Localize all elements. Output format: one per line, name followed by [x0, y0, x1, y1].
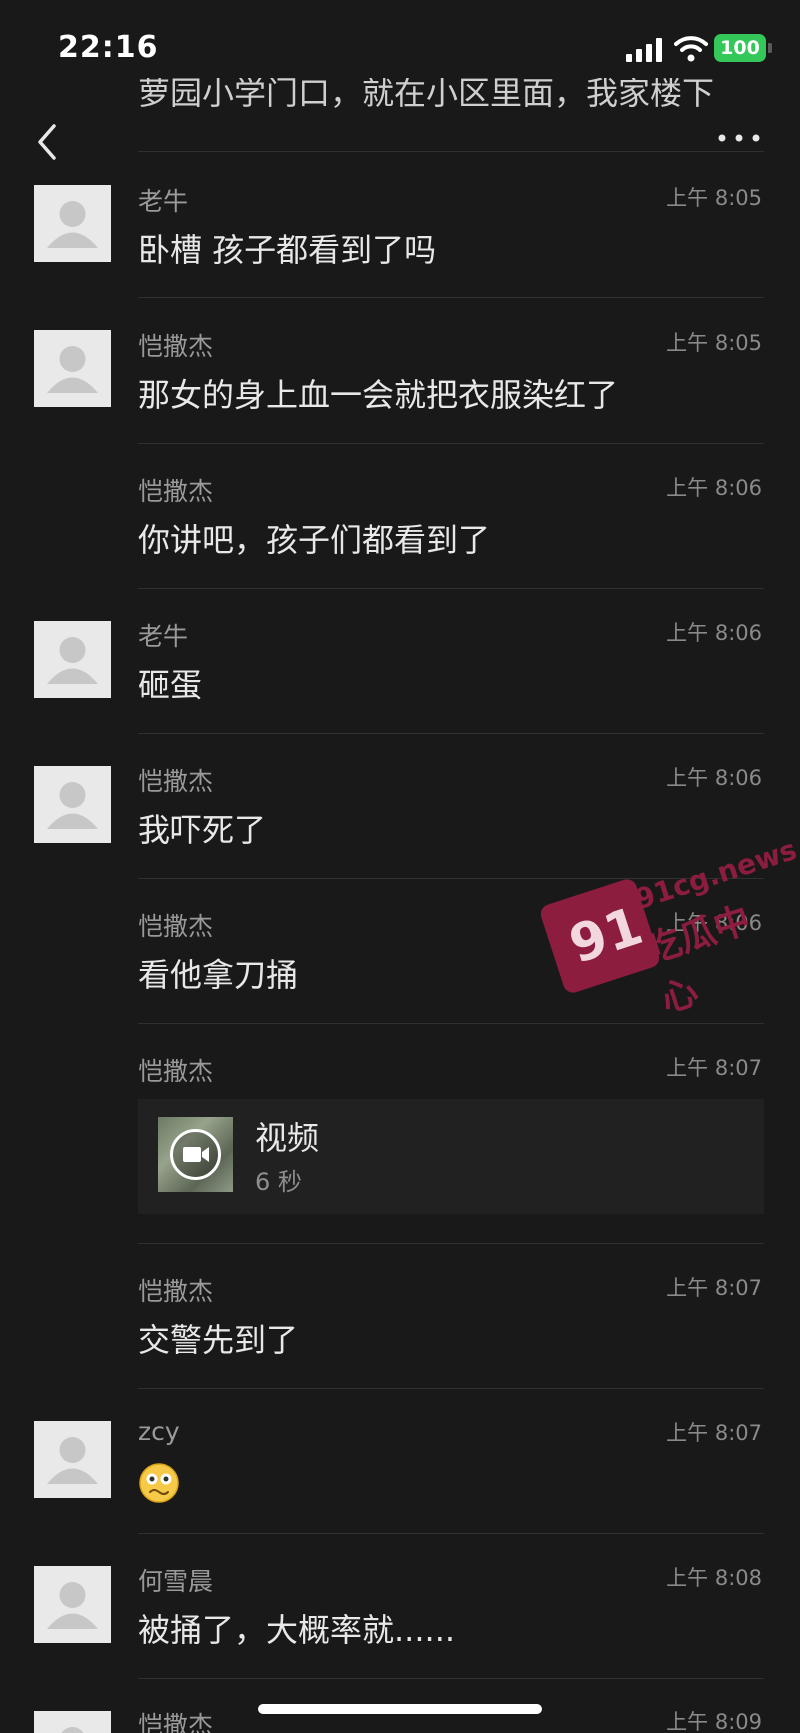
sender-name: 恺撒杰: [138, 1711, 214, 1733]
message-time: 上午 8:07: [666, 1056, 762, 1080]
avatar[interactable]: [34, 1421, 111, 1498]
message-time: 上午 8:09: [666, 1710, 762, 1733]
avatar[interactable]: [34, 330, 111, 407]
message-text: 你讲吧，孩子们都看到了: [138, 521, 491, 559]
message-item: 老牛 上午 8:05 卧槽 孩子都看到了吗: [0, 151, 800, 296]
grimacing-face-icon: [139, 1463, 179, 1503]
more-options-icon[interactable]: [716, 130, 762, 146]
previous-message-snippet: 萝园小学门口，就在小区里面，我家楼下: [138, 78, 778, 122]
sender-name: 恺撒杰: [138, 477, 214, 506]
sender-name: 何雪晨: [138, 1567, 214, 1596]
message-text: 看他拿刀捅: [138, 956, 299, 994]
default-avatar-icon: [47, 201, 98, 248]
battery-tip: [768, 43, 772, 53]
message-time: 上午 8:05: [666, 331, 762, 355]
snippet-text: 萝园小学门口，就在小区里面，我家楼下: [138, 78, 715, 112]
default-avatar-icon: [47, 346, 98, 393]
default-avatar-icon: [47, 782, 98, 829]
wifi-icon: [674, 36, 708, 62]
message-time: 上午 8:06: [666, 621, 762, 645]
video-duration: 6 秒: [255, 1168, 302, 1196]
status-time: 22:16: [58, 30, 159, 65]
avatar[interactable]: [34, 621, 111, 698]
message-item: 恺撒杰 上午 8:06 你讲吧，孩子们都看到了: [0, 443, 800, 588]
sender-name: 恺撒杰: [138, 912, 214, 941]
message-text: 被捅了，大概率就......: [138, 1611, 456, 1649]
message-time: 上午 8:07: [666, 1276, 762, 1300]
sender-name: 恺撒杰: [138, 332, 214, 361]
video-title: 视频: [255, 1119, 320, 1157]
message-text: 交警先到了: [138, 1321, 299, 1359]
message-item: 何雪晨 上午 8:08 被捅了，大概率就......: [0, 1533, 800, 1678]
sender-name: 恺撒杰: [138, 1057, 214, 1086]
avatar[interactable]: [34, 1566, 111, 1643]
sender-name: 恺撒杰: [138, 1277, 214, 1306]
message-text: 我吓死了: [138, 811, 267, 849]
message-time: 上午 8:07: [666, 1421, 762, 1445]
message-text: 那女的身上血一会就把衣服染红了: [138, 376, 619, 414]
battery-indicator: 100: [714, 34, 766, 62]
message-item: 老牛 上午 8:06 砸蛋: [0, 588, 800, 733]
watermark: 91 91cg.news 吃瓜中心: [538, 800, 800, 1021]
default-avatar-icon: [47, 1437, 98, 1484]
message-item: zcy 上午 8:07: [0, 1388, 800, 1533]
message-time: 上午 8:06: [666, 476, 762, 500]
message-time: 上午 8:08: [666, 1566, 762, 1590]
video-message-card[interactable]: 视频 6 秒: [138, 1099, 764, 1214]
message-item: 恺撒杰 上午 8:05 那女的身上血一会就把衣服染红了: [0, 297, 800, 442]
video-camera-icon: [170, 1129, 221, 1180]
sender-name: 老牛: [138, 187, 189, 216]
avatar[interactable]: [34, 766, 111, 843]
avatar[interactable]: [34, 1711, 111, 1733]
message-time: 上午 8:05: [666, 186, 762, 210]
sender-name: 老牛: [138, 622, 189, 651]
message-text: 砸蛋: [138, 666, 203, 704]
sender-name: 恺撒杰: [138, 767, 214, 796]
default-avatar-icon: [47, 637, 98, 684]
message-item: 恺撒杰 上午 8:07 交警先到了: [0, 1243, 800, 1388]
video-thumbnail[interactable]: [158, 1117, 233, 1192]
message-text: 卧槽 孩子都看到了吗: [138, 231, 437, 269]
default-avatar-icon: [61, 1727, 84, 1733]
sender-name: zcy: [138, 1417, 180, 1446]
message-time: 上午 8:06: [666, 766, 762, 790]
cellular-signal-icon: [626, 38, 662, 62]
default-avatar-icon: [47, 1582, 98, 1629]
home-indicator[interactable]: [258, 1704, 542, 1714]
avatar[interactable]: [34, 185, 111, 262]
